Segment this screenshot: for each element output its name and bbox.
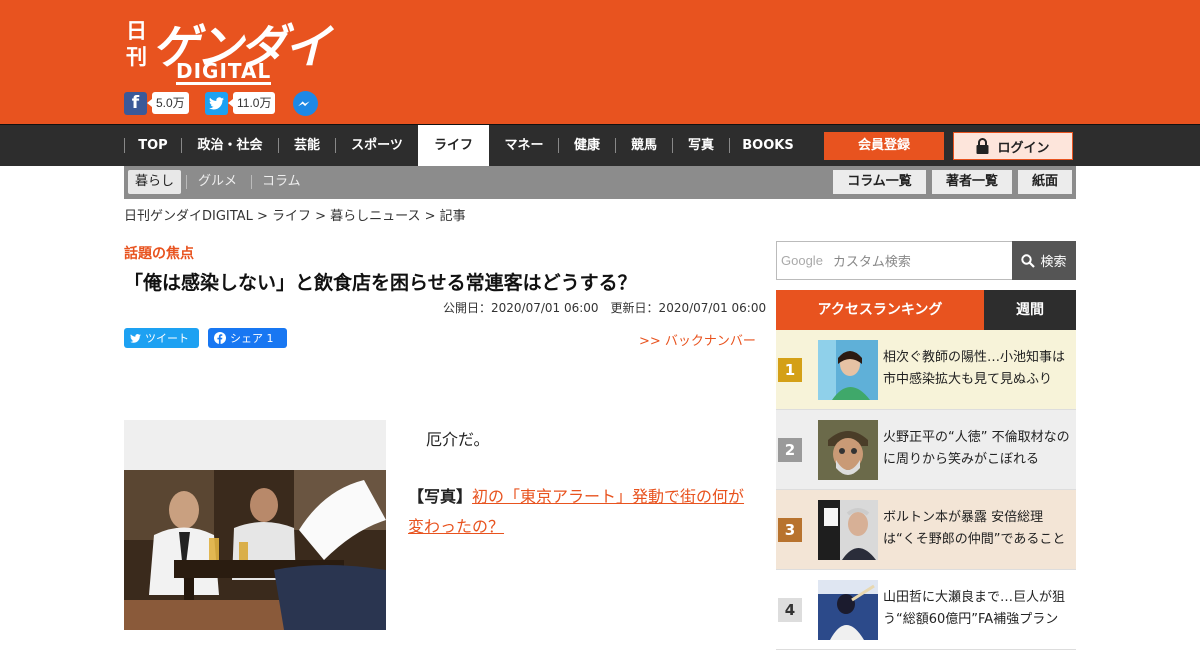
nav-separator (278, 138, 279, 153)
lock-icon (976, 138, 989, 154)
nav-separator (124, 138, 125, 153)
search-icon (1021, 253, 1036, 268)
nav-photo[interactable]: 写真 (679, 125, 723, 166)
facebook-share[interactable]: f 5.0万 (124, 91, 189, 115)
fb-share-label: シェア 1 (230, 332, 274, 345)
ranking-number: 2 (778, 438, 802, 462)
nav-keiba[interactable]: 競馬 (622, 125, 666, 166)
ranking-number: 4 (778, 598, 802, 622)
photo-prefix: 【写真】 (408, 487, 473, 506)
search-button-label: 検索 (1040, 255, 1067, 270)
nav-politics[interactable]: 政治・社会 (188, 125, 272, 166)
nav-separator (729, 138, 730, 153)
site-logo[interactable]: 日刊 ゲンダイ DIGITAL (124, 8, 331, 88)
twitter-bird-icon (130, 333, 141, 343)
login-label: ログイン (997, 140, 1050, 156)
ranking-title[interactable]: 相次ぐ教師の陽性…小池知事は市中感染拡大も見て見ぬふり (883, 347, 1075, 391)
twitter-icon[interactable] (205, 91, 228, 115)
nav-separator (672, 138, 673, 153)
ranking-tabs: アクセスランキング 週間 (776, 290, 1076, 330)
nav-separator (615, 138, 616, 153)
backnumber-link[interactable]: >> バックナンバー (639, 330, 756, 349)
author-list-button[interactable]: 著者一覧 (932, 170, 1012, 194)
nav-separator (181, 138, 182, 153)
search-button[interactable]: 検索 (1012, 241, 1076, 280)
ranking-title[interactable]: 火野正平の“人徳” 不倫取材なのに周りから笑みがこぼれる (883, 427, 1075, 471)
related-photo: 【写真】初の「東京アラート」発動で街の何が変わったの？ (408, 482, 760, 542)
subnav-gourmet[interactable]: グルメ (198, 170, 237, 194)
login-button[interactable]: ログイン (953, 132, 1073, 160)
tab-weekly[interactable]: 週間 (984, 290, 1076, 330)
shimen-button[interactable]: 紙面 (1018, 170, 1072, 194)
ranking-thumbnail (818, 340, 878, 400)
breadcrumb[interactable]: 日刊ゲンダイDIGITAL > ライフ > 暮らしニュース > 記事 (124, 205, 466, 224)
nav-money[interactable]: マネー (496, 125, 552, 166)
ranking-title[interactable]: ボルトン本が暴露 安倍総理は“くそ野郎の仲間”であること (883, 507, 1075, 551)
article-body-first: 厄介だ。 (426, 430, 490, 449)
nav-separator (558, 138, 559, 153)
twitter-share[interactable]: 11.0万 (205, 91, 276, 115)
subnav-separator (186, 175, 187, 189)
register-button[interactable]: 会員登録 (824, 132, 944, 160)
tweet-label: ツイート (145, 332, 189, 345)
tweet-button[interactable]: ツイート (124, 328, 199, 348)
article-photo (124, 420, 386, 630)
article-title: 「俺は感染しない」と飲食店を困らせる常連客はどうする？ (124, 272, 637, 294)
search-input[interactable]: Google カスタム検索 (776, 241, 1013, 280)
google-brand: Google (781, 253, 823, 268)
messenger-icon[interactable] (293, 90, 318, 116)
ranking-thumbnail (818, 420, 878, 480)
logo-nikkan: 日刊 (126, 18, 147, 69)
tab-access-ranking[interactable]: アクセスランキング (776, 290, 984, 330)
search-placeholder: カスタム検索 (832, 255, 911, 270)
article-kicker: 話題の焦点 (124, 246, 194, 262)
messenger-share[interactable] (293, 90, 318, 116)
facebook-share-button[interactable]: シェア 1 (208, 328, 287, 348)
ranking-item[interactable]: 3 ボルトン本が暴露 安倍総理は“くそ野郎の仲間”であること (776, 490, 1076, 570)
subnav-kurashi[interactable]: 暮らし (128, 170, 182, 194)
ranking-title[interactable]: 山田哲に大瀬良まで…巨人が狙う“総額60億円”FA補強プラン (883, 587, 1075, 631)
facebook-icon[interactable]: f (124, 91, 147, 115)
ranking-number: 3 (778, 518, 802, 542)
nav-separator (335, 138, 336, 153)
nav-books[interactable]: BOOKS (736, 125, 800, 166)
nav-health[interactable]: 健康 (565, 125, 609, 166)
nav-life[interactable]: ライフ (418, 125, 489, 166)
ranking-thumbnail (818, 500, 878, 560)
sub-nav: 暮らし グルメ コラム コラム一覧 著者一覧 紙面 (124, 166, 1076, 199)
article-dates: 公開日：2020/07/01 06:00 更新日：2020/07/01 06:0… (443, 301, 767, 315)
site-search: Google カスタム検索 検索 (776, 241, 1076, 280)
twitter-share-count: 11.0万 (227, 92, 276, 114)
subnav-separator (251, 175, 252, 189)
ranking-item[interactable]: 1 相次ぐ教師の陽性…小池知事は市中感染拡大も見て見ぬふり (776, 330, 1076, 410)
column-list-button[interactable]: コラム一覧 (833, 170, 926, 194)
site-header: 日刊 ゲンダイ DIGITAL f 5.0万 11.0万 (0, 0, 1200, 124)
nav-top[interactable]: TOP (131, 125, 175, 166)
ranking-number: 1 (778, 358, 802, 382)
main-nav: TOP 政治・社会 芸能 スポーツ ライフ マネー 健康 競馬 写真 BOOKS… (0, 124, 1200, 166)
ranking-item[interactable]: 2 火野正平の“人徳” 不倫取材なのに周りから笑みがこぼれる (776, 410, 1076, 490)
ranking-thumbnail (818, 580, 878, 640)
subnav-column[interactable]: コラム (262, 170, 301, 194)
logo-digital: DIGITAL (176, 59, 272, 85)
nav-entertainment[interactable]: 芸能 (285, 125, 329, 166)
facebook-share-count: 5.0万 (147, 92, 189, 114)
nav-sports[interactable]: スポーツ (342, 125, 412, 166)
ranking-item[interactable]: 4 山田哲に大瀬良まで…巨人が狙う“総額60億円”FA補強プラン (776, 570, 1076, 650)
facebook-f-icon (214, 332, 226, 344)
